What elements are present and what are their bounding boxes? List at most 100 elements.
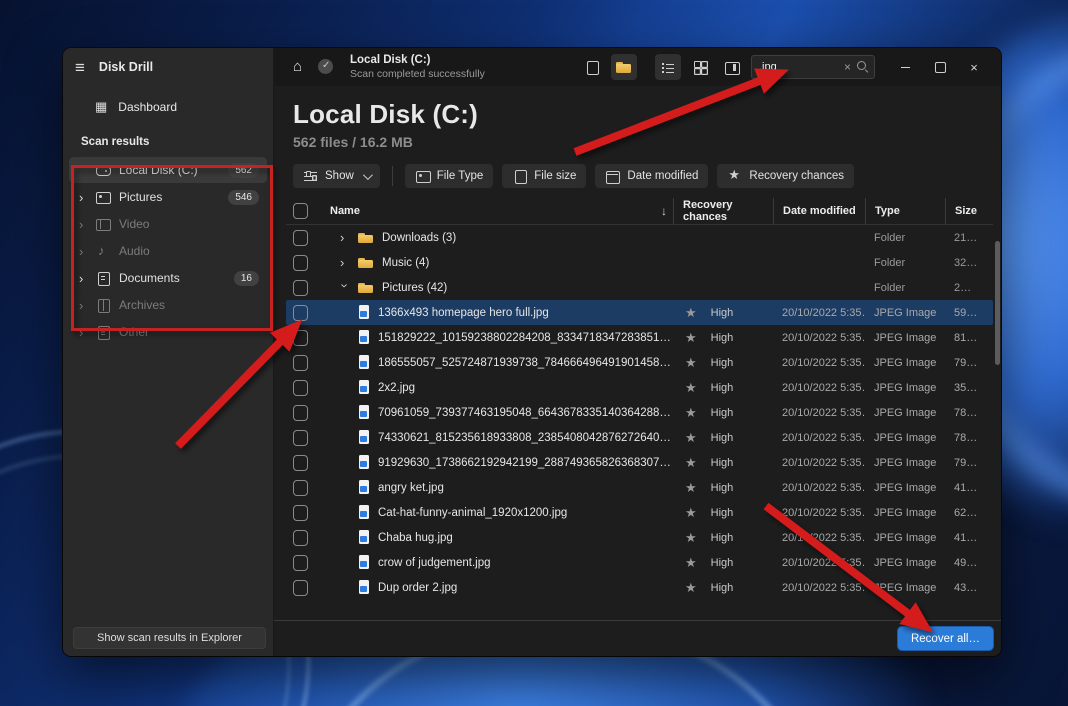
sidebar-chevron-icon[interactable]: › [79, 272, 87, 285]
sidebar-chevron-icon[interactable]: › [79, 218, 87, 231]
table-row[interactable]: › angry ket.jpg ★ High 20/10/2022 5:35… … [286, 475, 993, 500]
show-scan-results-in-explorer-button[interactable]: Show scan results in Explorer [73, 627, 266, 649]
recovery-chance: High [711, 532, 734, 544]
row-checkbox[interactable] [293, 430, 308, 446]
tree-chevron-icon[interactable]: › [340, 231, 350, 244]
column-header-type[interactable]: Type [865, 198, 945, 224]
row-checkbox[interactable] [293, 480, 308, 496]
table-row[interactable]: › 91929630_1738662192942199_288749365826… [286, 450, 993, 475]
row-file-type: JPEG Image [865, 557, 945, 569]
sidebar-item-audio[interactable]: › Audio [69, 238, 267, 264]
table-row[interactable]: › 2x2.jpg ★ High 20/10/2022 5:35… JPEG I… [286, 375, 993, 400]
table-row[interactable]: › Cat-hat-funny-animal_1920x1200.jpg ★ H… [286, 500, 993, 525]
table-row[interactable]: › Dup order 2.jpg ★ High 20/10/2022 5:35… [286, 575, 993, 600]
drive-icon [95, 163, 111, 177]
folder-view-button[interactable] [611, 54, 637, 80]
sort-descending-icon[interactable]: ↓ [661, 204, 673, 218]
show-dropdown[interactable]: Show [293, 164, 380, 188]
recovery-chance: High [711, 357, 734, 369]
scrollbar-thumb[interactable] [995, 241, 1000, 365]
column-header-size[interactable]: Size [945, 198, 993, 224]
row-checkbox[interactable] [293, 405, 308, 421]
video-icon [95, 217, 111, 231]
search-icon[interactable] [855, 60, 869, 74]
row-checkbox[interactable] [293, 505, 308, 521]
recovery-chance: High [711, 432, 734, 444]
sidebar-item-video[interactable]: › Video [69, 211, 267, 237]
recovery-chance: High [711, 507, 734, 519]
column-header-name[interactable]: Name ↓ [326, 198, 673, 224]
table-row[interactable]: › 1366x493 homepage hero full.jpg ★ High… [286, 300, 993, 325]
row-checkbox[interactable] [293, 330, 308, 346]
sidebar-item-label: Documents [119, 271, 226, 285]
filter-chip-file-type[interactable]: File Type [405, 164, 493, 188]
close-button[interactable]: × [957, 52, 991, 82]
sidebar-item-local-disk-c[interactable]: › Local Disk (C:) 562 [69, 157, 267, 183]
row-date-modified: 20/10/2022 5:35… [773, 307, 865, 319]
content-header: Local Disk (C:) 562 files / 16.2 MB [274, 86, 1001, 152]
select-all-checkbox[interactable] [293, 203, 308, 219]
recover-all-button[interactable]: Recover all… [898, 627, 993, 650]
table-row[interactable]: › 74330621_815235618933808_2385408042876… [286, 425, 993, 450]
row-name: angry ket.jpg [378, 482, 444, 494]
hamburger-menu-icon[interactable]: ≡ [75, 59, 85, 76]
tree-chevron-icon[interactable]: › [339, 284, 352, 294]
preview-pane-button[interactable] [719, 54, 745, 80]
clear-search-icon[interactable]: × [844, 61, 851, 73]
row-file-type: Folder [865, 257, 945, 269]
sidebar-item-archives[interactable]: › Archives [69, 292, 267, 318]
sidebar-chevron-icon[interactable]: › [79, 245, 87, 258]
grid-view-button[interactable] [687, 54, 713, 80]
jpeg-file-icon [357, 330, 371, 345]
table-row[interactable]: › 151829222_10159238802284208_8334718347… [286, 325, 993, 350]
search-box[interactable]: × [751, 55, 875, 79]
main-area: Local Disk (C:) Scan completed successfu… [274, 48, 1001, 656]
list-view-button[interactable] [655, 54, 681, 80]
row-checkbox[interactable] [293, 530, 308, 546]
row-checkbox[interactable] [293, 580, 308, 596]
sidebar-chevron-icon[interactable]: › [79, 191, 87, 204]
sidebar-item-dashboard[interactable]: ▦ Dashboard [63, 92, 273, 122]
row-checkbox[interactable] [293, 355, 308, 371]
filter-chip-file-size[interactable]: File size [502, 164, 586, 188]
column-header-recovery[interactable]: Recovery chances [673, 198, 773, 224]
row-checkbox[interactable] [293, 380, 308, 396]
row-checkbox[interactable] [293, 255, 308, 271]
row-checkbox[interactable] [293, 305, 308, 321]
home-icon[interactable] [292, 60, 308, 74]
filter-chip-label: File Type [437, 170, 483, 182]
table-row[interactable]: › Pictures (42) ★ Folder 2… [286, 275, 993, 300]
row-file-type: JPEG Image [865, 457, 945, 469]
row-checkbox[interactable] [293, 455, 308, 471]
row-name: 74330621_815235618933808_238540804287627… [378, 432, 673, 444]
table-row[interactable]: › crow of judgement.jpg ★ High 20/10/202… [286, 550, 993, 575]
sidebar-item-label: Other [119, 325, 259, 339]
search-input[interactable] [759, 61, 840, 73]
table-row[interactable]: › 70961059_739377463195048_6643678335140… [286, 400, 993, 425]
filter-chip-recovery-chances[interactable]: Recovery chances [717, 164, 854, 188]
row-checkbox[interactable] [293, 280, 308, 296]
tree-chevron-icon[interactable]: › [340, 256, 350, 269]
dashboard-icon: ▦ [95, 99, 107, 115]
row-date-modified: 20/10/2022 5:35… [773, 482, 865, 494]
filter-chip-date-modified[interactable]: Date modified [595, 164, 708, 188]
table-row[interactable]: › 186555057_525724871939738_784666496491… [286, 350, 993, 375]
footer-bar: Recover all… [274, 620, 1001, 656]
sidebar-chevron-icon[interactable]: › [79, 299, 87, 312]
sidebar-items: › Local Disk (C:) 562 › Pictures 546 › V… [63, 156, 273, 346]
jpeg-file-icon [357, 355, 371, 370]
table-row[interactable]: › Chaba hug.jpg ★ High 20/10/2022 5:35… … [286, 525, 993, 550]
sidebar-item-other[interactable]: › Other [69, 319, 267, 345]
minimize-button[interactable] [889, 52, 923, 82]
sidebar-item-documents[interactable]: › Documents 16 [69, 265, 267, 291]
file-view-button[interactable] [579, 54, 605, 80]
table-row[interactable]: › Downloads (3) ★ Folder 21… [286, 225, 993, 250]
maximize-button[interactable] [923, 52, 957, 82]
row-size: 49… [945, 557, 993, 569]
column-header-date[interactable]: Date modified [773, 198, 865, 224]
row-checkbox[interactable] [293, 230, 308, 246]
sidebar-chevron-icon[interactable]: › [79, 326, 87, 339]
table-row[interactable]: › Music (4) ★ Folder 32… [286, 250, 993, 275]
row-checkbox[interactable] [293, 555, 308, 571]
sidebar-item-pictures[interactable]: › Pictures 546 [69, 184, 267, 210]
